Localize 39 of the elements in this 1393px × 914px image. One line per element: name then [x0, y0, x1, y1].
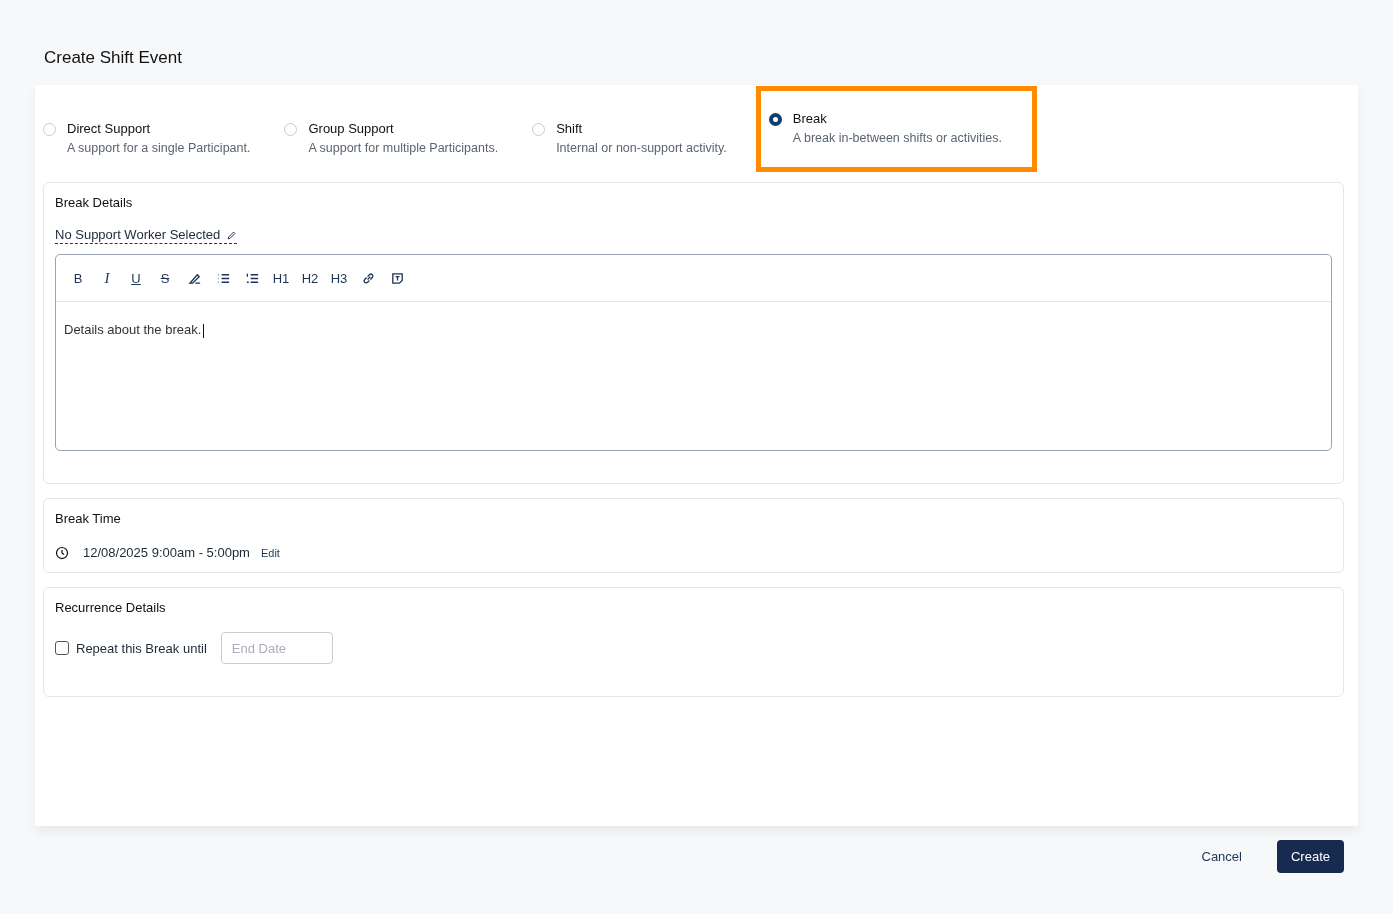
section-heading: Break Details: [55, 195, 134, 210]
option-description: A support for multiple Participants.: [308, 141, 499, 155]
event-type-option[interactable]: Shift Internal or non-support activity.: [527, 93, 742, 172]
option-label: Break: [792, 111, 828, 126]
option-label: Direct Support: [67, 121, 152, 136]
editor-text: Details about the break.: [64, 322, 202, 337]
checkbox-label: Repeat this Break until: [76, 640, 207, 656]
pencil-icon[interactable]: [226, 230, 238, 242]
section-heading: Recurrence Details: [55, 600, 167, 615]
section-heading: Break Time: [55, 511, 122, 526]
create-button[interactable]: Create: [1276, 840, 1344, 873]
option-description: A break in-between shifts or activities.: [792, 131, 1002, 145]
cancel-button[interactable]: Cancel: [1195, 848, 1248, 865]
option-description: A support for a single Participant.: [67, 141, 251, 155]
clock-icon: [55, 545, 69, 560]
heading-button[interactable]: H2: [301, 269, 319, 287]
time-range: 12/08/2025 9:00am - 5:00pm: [83, 545, 250, 560]
italic-button[interactable]: I: [98, 269, 116, 287]
text-cursor: [203, 323, 205, 338]
edit-link[interactable]: Edit: [260, 546, 280, 559]
heading-button[interactable]: H1: [272, 269, 290, 287]
end-date-field[interactable]: End Date: [220, 632, 333, 664]
underline-button[interactable]: U: [127, 269, 145, 287]
checkbox[interactable]: [55, 641, 69, 655]
event-type-option[interactable]: Group Support A support for multiple Participants.: [279, 93, 514, 172]
rich-text-editor[interactable]: B I U S H1 H2 H3 Details about the break.: [55, 254, 1332, 451]
link-icon[interactable]: [360, 270, 376, 286]
option-label: Shift: [556, 121, 584, 136]
option-label: Group Support: [308, 121, 395, 136]
radio-button[interactable]: [768, 113, 782, 126]
event-type-option[interactable]: Direct Support A support for a single Participant.: [38, 93, 266, 172]
strikethrough-button[interactable]: S: [156, 269, 174, 287]
text-box-icon[interactable]: [389, 270, 405, 286]
heading-button[interactable]: H3: [330, 269, 348, 287]
worker-selector[interactable]: No Support Worker Selected: [55, 227, 238, 244]
bold-button[interactable]: B: [69, 269, 87, 287]
event-type-option[interactable]: Break A break in-between shifts or activities.: [755, 86, 1037, 172]
dialog-title: Create Shift Event: [44, 48, 183, 68]
option-description: Internal or non-support activity.: [556, 141, 727, 155]
